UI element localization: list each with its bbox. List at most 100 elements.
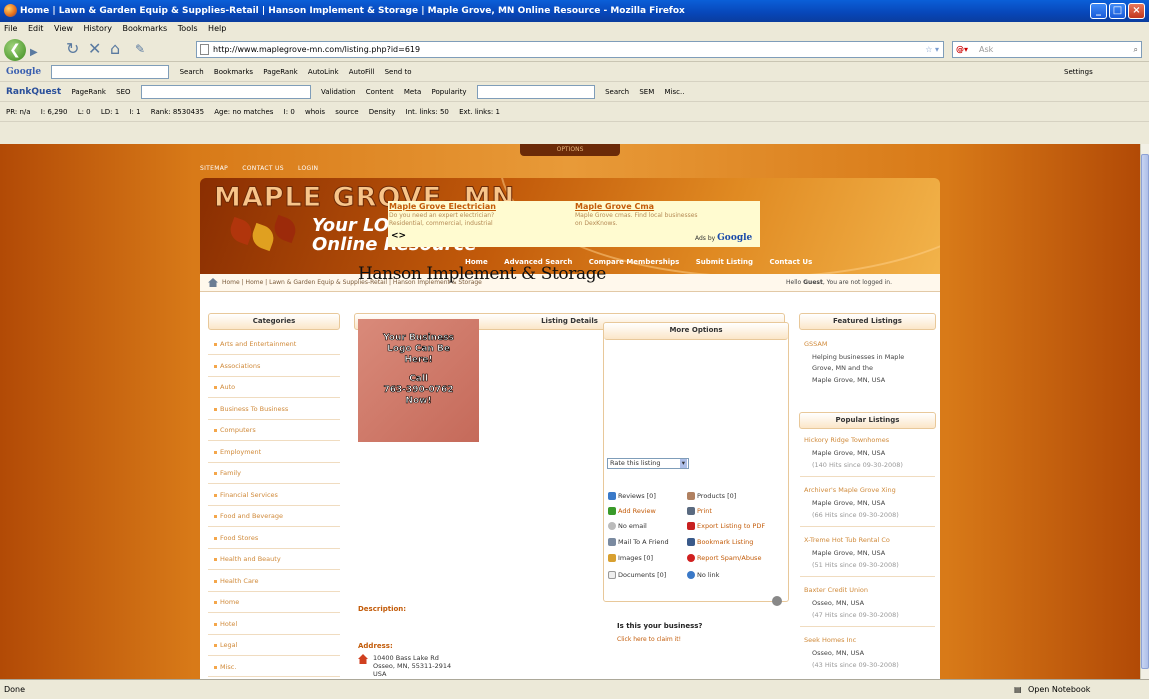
nav-submit-listing[interactable]: Submit Listing <box>696 258 753 266</box>
ad-title-2[interactable]: Maple Grove Cma <box>575 202 654 211</box>
google-sendto[interactable]: Send to <box>385 68 412 76</box>
star-icon[interactable]: ☆ ▾ <box>925 42 939 57</box>
i3-stat[interactable]: I: 0 <box>284 108 295 116</box>
print-link[interactable]: Print <box>687 507 712 515</box>
products-link[interactable]: Products [0] <box>687 492 736 500</box>
ld-stat[interactable]: LD: 1 <box>101 108 119 116</box>
magnifier-icon[interactable]: ⌕ <box>1134 42 1138 57</box>
rankquest-dropdown[interactable] <box>140 85 311 99</box>
bookmark-listing-link[interactable]: Bookmark Listing <box>687 538 753 546</box>
category-item[interactable]: Home <box>208 592 340 613</box>
menu-view[interactable]: View <box>54 24 73 33</box>
rankquest-search[interactable]: Search <box>605 88 629 96</box>
minimize-button[interactable]: _ <box>1090 3 1107 19</box>
documents-link[interactable]: Documents [0] <box>608 571 666 579</box>
validation-menu[interactable]: Validation <box>321 88 356 96</box>
forward-button[interactable]: ▶ <box>30 44 38 62</box>
category-item[interactable]: Arts and Entertainment <box>208 334 340 355</box>
source-link[interactable]: source <box>335 108 358 116</box>
bookmark-pin-icon[interactable]: ✎ <box>135 40 145 58</box>
category-item[interactable]: Business To Business <box>208 399 340 420</box>
reload-icon[interactable]: ↻ <box>66 40 79 58</box>
meta-menu[interactable]: Meta <box>404 88 421 96</box>
category-item[interactable]: Associations <box>208 356 340 377</box>
images-link[interactable]: Images [0] <box>608 554 653 562</box>
maximize-button[interactable]: □ <box>1109 3 1126 19</box>
category-item[interactable]: Computers <box>208 420 340 441</box>
pr-stat[interactable]: PR: n/a <box>6 108 31 116</box>
ask-engine-icon[interactable]: @▾ <box>956 42 968 57</box>
google-autolink[interactable]: AutoLink <box>308 68 339 76</box>
popular-item-name[interactable]: Baxter Credit Union <box>804 586 868 594</box>
rank-stat[interactable]: Rank: 8530435 <box>151 108 204 116</box>
open-notebook-link[interactable]: Open Notebook <box>1028 680 1090 699</box>
misc-menu[interactable]: Misc.. <box>665 88 685 96</box>
google-autofill[interactable]: AutoFill <box>349 68 375 76</box>
category-item[interactable]: Health and Beauty <box>208 549 340 570</box>
age-stat[interactable]: Age: no matches <box>214 108 273 116</box>
rankquest-seo[interactable]: SEO <box>116 88 130 96</box>
add-review-link[interactable]: Add Review <box>608 507 656 515</box>
mail-to-friend-link[interactable]: Mail To A Friend <box>608 538 669 546</box>
index-stat[interactable]: I: 6,290 <box>41 108 68 116</box>
menu-history[interactable]: History <box>84 24 112 33</box>
search-input[interactable]: @▾ Ask ⌕ <box>952 41 1142 58</box>
category-item[interactable]: Financial Services <box>208 485 340 506</box>
ad-title-1[interactable]: Maple Grove Electrician <box>389 202 496 211</box>
ext-links[interactable]: Ext. links: 1 <box>459 108 500 116</box>
links-stat[interactable]: L: 0 <box>78 108 91 116</box>
reviews-link[interactable]: Reviews [0] <box>608 492 656 500</box>
close-button[interactable]: × <box>1128 3 1145 19</box>
scroll-thumb[interactable] <box>1141 154 1149 669</box>
login-link[interactable]: LOGIN <box>298 165 318 172</box>
category-item[interactable]: Hotel <box>208 614 340 635</box>
export-pdf-link[interactable]: Export Listing to PDF <box>687 522 765 530</box>
category-item[interactable]: Auto <box>208 377 340 398</box>
category-item[interactable]: Health Care <box>208 571 340 592</box>
category-item[interactable]: Food Stores <box>208 528 340 549</box>
rankquest-search-dropdown[interactable] <box>476 85 595 99</box>
rankquest-pagerank[interactable]: PageRank <box>71 88 105 96</box>
popular-item-name[interactable]: Hickory Ridge Townhomes <box>804 436 889 444</box>
i2-stat[interactable]: I: 1 <box>129 108 140 116</box>
popular-item-name[interactable]: Seek Homes Inc <box>804 636 856 644</box>
settings-button[interactable]: Settings <box>1064 62 1093 81</box>
google-search-button[interactable]: Search <box>180 68 204 76</box>
stop-icon[interactable]: ✕ <box>88 40 101 58</box>
whois-link[interactable]: whois <box>305 108 325 116</box>
featured-name[interactable]: GSSAM <box>804 340 827 348</box>
popularity-menu[interactable]: Popularity <box>432 88 467 96</box>
home-icon[interactable]: ⌂ <box>110 40 120 58</box>
google-search-input[interactable] <box>51 65 170 79</box>
ad-arrows-icon[interactable]: <> <box>391 231 406 241</box>
menu-tools[interactable]: Tools <box>178 24 198 33</box>
menu-help[interactable]: Help <box>208 24 226 33</box>
ads-by-google[interactable]: Ads by Google <box>695 233 752 243</box>
back-button[interactable]: ❮ <box>4 39 26 61</box>
category-item[interactable]: Food and Beverage <box>208 506 340 527</box>
category-item[interactable]: Legal <box>208 635 340 656</box>
nav-contact-us[interactable]: Contact Us <box>769 258 812 266</box>
claim-link[interactable]: Click here to claim it! <box>617 636 681 643</box>
popular-item-name[interactable]: Archiver's Maple Grove Xing <box>804 486 896 494</box>
options-tab[interactable]: OPTIONS <box>520 144 620 156</box>
home-icon[interactable] <box>208 278 218 287</box>
content-menu[interactable]: Content <box>366 88 394 96</box>
category-item[interactable]: Misc. <box>208 657 340 677</box>
rate-listing-select[interactable]: Rate this listing ▾ <box>607 458 689 469</box>
report-spam-link[interactable]: Report Spam/Abuse <box>687 554 761 562</box>
menu-file[interactable]: File <box>4 24 17 33</box>
google-bookmarks-button[interactable]: Bookmarks <box>214 68 253 76</box>
contact-us-link[interactable]: CONTACT US <box>242 165 284 172</box>
menu-edit[interactable]: Edit <box>28 24 44 33</box>
sem-menu[interactable]: SEM <box>639 88 654 96</box>
url-bar[interactable]: http://www.maplegrove-mn.com/listing.php… <box>196 41 944 58</box>
notebook-icon[interactable]: ▤ <box>1014 680 1022 699</box>
density-link[interactable]: Density <box>369 108 396 116</box>
menu-bookmarks[interactable]: Bookmarks <box>123 24 168 33</box>
popular-item-name[interactable]: X-Treme Hot Tub Rental Co <box>804 536 890 544</box>
int-links[interactable]: Int. links: 50 <box>406 108 449 116</box>
category-item[interactable]: Family <box>208 463 340 484</box>
google-pagerank[interactable]: PageRank <box>263 68 297 76</box>
category-item[interactable]: Employment <box>208 442 340 463</box>
